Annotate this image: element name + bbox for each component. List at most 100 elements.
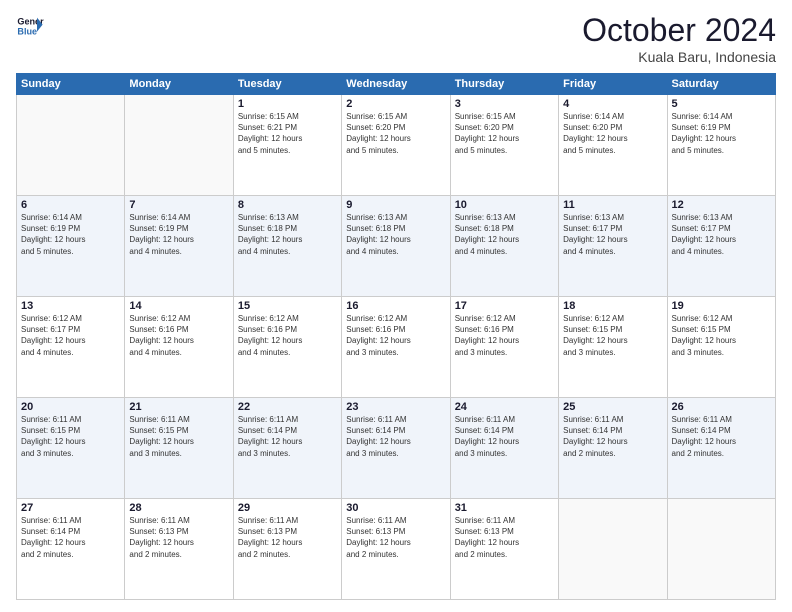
day-info: Sunrise: 6:12 AM Sunset: 6:16 PM Dayligh…: [455, 313, 554, 358]
day-info: Sunrise: 6:14 AM Sunset: 6:20 PM Dayligh…: [563, 111, 662, 156]
day-number: 17: [455, 300, 554, 312]
day-info: Sunrise: 6:13 AM Sunset: 6:18 PM Dayligh…: [238, 212, 337, 257]
day-info: Sunrise: 6:14 AM Sunset: 6:19 PM Dayligh…: [672, 111, 771, 156]
day-info: Sunrise: 6:13 AM Sunset: 6:17 PM Dayligh…: [672, 212, 771, 257]
month-title: October 2024: [582, 12, 776, 49]
header: General Blue October 2024 Kuala Baru, In…: [16, 12, 776, 65]
table-row: [17, 95, 125, 196]
table-row: 18Sunrise: 6:12 AM Sunset: 6:15 PM Dayli…: [559, 297, 667, 398]
table-row: 3Sunrise: 6:15 AM Sunset: 6:20 PM Daylig…: [450, 95, 558, 196]
table-row: 10Sunrise: 6:13 AM Sunset: 6:18 PM Dayli…: [450, 196, 558, 297]
calendar-week-3: 20Sunrise: 6:11 AM Sunset: 6:15 PM Dayli…: [17, 398, 776, 499]
table-row: 15Sunrise: 6:12 AM Sunset: 6:16 PM Dayli…: [233, 297, 341, 398]
day-info: Sunrise: 6:12 AM Sunset: 6:15 PM Dayligh…: [563, 313, 662, 358]
day-info: Sunrise: 6:13 AM Sunset: 6:17 PM Dayligh…: [563, 212, 662, 257]
day-info: Sunrise: 6:15 AM Sunset: 6:20 PM Dayligh…: [455, 111, 554, 156]
calendar-week-2: 13Sunrise: 6:12 AM Sunset: 6:17 PM Dayli…: [17, 297, 776, 398]
day-number: 12: [672, 199, 771, 211]
table-row: 22Sunrise: 6:11 AM Sunset: 6:14 PM Dayli…: [233, 398, 341, 499]
day-info: Sunrise: 6:14 AM Sunset: 6:19 PM Dayligh…: [21, 212, 120, 257]
table-row: 29Sunrise: 6:11 AM Sunset: 6:13 PM Dayli…: [233, 499, 341, 600]
day-number: 11: [563, 199, 662, 211]
table-row: 16Sunrise: 6:12 AM Sunset: 6:16 PM Dayli…: [342, 297, 450, 398]
day-info: Sunrise: 6:11 AM Sunset: 6:13 PM Dayligh…: [129, 515, 228, 560]
table-row: 2Sunrise: 6:15 AM Sunset: 6:20 PM Daylig…: [342, 95, 450, 196]
day-number: 3: [455, 98, 554, 110]
day-number: 21: [129, 401, 228, 413]
calendar-week-0: 1Sunrise: 6:15 AM Sunset: 6:21 PM Daylig…: [17, 95, 776, 196]
table-row: 31Sunrise: 6:11 AM Sunset: 6:13 PM Dayli…: [450, 499, 558, 600]
table-row: 7Sunrise: 6:14 AM Sunset: 6:19 PM Daylig…: [125, 196, 233, 297]
table-row: 28Sunrise: 6:11 AM Sunset: 6:13 PM Dayli…: [125, 499, 233, 600]
day-info: Sunrise: 6:12 AM Sunset: 6:17 PM Dayligh…: [21, 313, 120, 358]
header-thursday: Thursday: [450, 74, 558, 95]
day-info: Sunrise: 6:11 AM Sunset: 6:14 PM Dayligh…: [455, 414, 554, 459]
table-row: 21Sunrise: 6:11 AM Sunset: 6:15 PM Dayli…: [125, 398, 233, 499]
day-info: Sunrise: 6:15 AM Sunset: 6:20 PM Dayligh…: [346, 111, 445, 156]
table-row: [667, 499, 775, 600]
day-number: 24: [455, 401, 554, 413]
header-tuesday: Tuesday: [233, 74, 341, 95]
table-row: 14Sunrise: 6:12 AM Sunset: 6:16 PM Dayli…: [125, 297, 233, 398]
header-monday: Monday: [125, 74, 233, 95]
day-number: 8: [238, 199, 337, 211]
page: General Blue October 2024 Kuala Baru, In…: [0, 0, 792, 612]
day-number: 10: [455, 199, 554, 211]
table-row: 13Sunrise: 6:12 AM Sunset: 6:17 PM Dayli…: [17, 297, 125, 398]
day-number: 27: [21, 502, 120, 514]
day-number: 9: [346, 199, 445, 211]
day-info: Sunrise: 6:11 AM Sunset: 6:14 PM Dayligh…: [563, 414, 662, 459]
day-number: 2: [346, 98, 445, 110]
day-info: Sunrise: 6:13 AM Sunset: 6:18 PM Dayligh…: [346, 212, 445, 257]
day-info: Sunrise: 6:12 AM Sunset: 6:16 PM Dayligh…: [129, 313, 228, 358]
day-number: 30: [346, 502, 445, 514]
table-row: 11Sunrise: 6:13 AM Sunset: 6:17 PM Dayli…: [559, 196, 667, 297]
day-number: 4: [563, 98, 662, 110]
table-row: 30Sunrise: 6:11 AM Sunset: 6:13 PM Dayli…: [342, 499, 450, 600]
svg-text:Blue: Blue: [17, 26, 37, 36]
calendar: Sunday Monday Tuesday Wednesday Thursday…: [16, 73, 776, 600]
day-number: 29: [238, 502, 337, 514]
day-info: Sunrise: 6:11 AM Sunset: 6:13 PM Dayligh…: [346, 515, 445, 560]
day-number: 13: [21, 300, 120, 312]
table-row: [559, 499, 667, 600]
day-info: Sunrise: 6:14 AM Sunset: 6:19 PM Dayligh…: [129, 212, 228, 257]
day-number: 20: [21, 401, 120, 413]
table-row: 26Sunrise: 6:11 AM Sunset: 6:14 PM Dayli…: [667, 398, 775, 499]
header-wednesday: Wednesday: [342, 74, 450, 95]
header-friday: Friday: [559, 74, 667, 95]
day-info: Sunrise: 6:11 AM Sunset: 6:14 PM Dayligh…: [21, 515, 120, 560]
day-number: 31: [455, 502, 554, 514]
logo-icon: General Blue: [16, 12, 44, 40]
table-row: 4Sunrise: 6:14 AM Sunset: 6:20 PM Daylig…: [559, 95, 667, 196]
day-number: 16: [346, 300, 445, 312]
table-row: [125, 95, 233, 196]
day-info: Sunrise: 6:12 AM Sunset: 6:16 PM Dayligh…: [346, 313, 445, 358]
table-row: 25Sunrise: 6:11 AM Sunset: 6:14 PM Dayli…: [559, 398, 667, 499]
day-info: Sunrise: 6:11 AM Sunset: 6:14 PM Dayligh…: [672, 414, 771, 459]
day-info: Sunrise: 6:11 AM Sunset: 6:14 PM Dayligh…: [238, 414, 337, 459]
day-info: Sunrise: 6:11 AM Sunset: 6:14 PM Dayligh…: [346, 414, 445, 459]
logo: General Blue: [16, 12, 44, 40]
calendar-header-row: Sunday Monday Tuesday Wednesday Thursday…: [17, 74, 776, 95]
day-info: Sunrise: 6:15 AM Sunset: 6:21 PM Dayligh…: [238, 111, 337, 156]
header-sunday: Sunday: [17, 74, 125, 95]
day-number: 1: [238, 98, 337, 110]
title-section: October 2024 Kuala Baru, Indonesia: [582, 12, 776, 65]
day-info: Sunrise: 6:11 AM Sunset: 6:15 PM Dayligh…: [21, 414, 120, 459]
day-info: Sunrise: 6:11 AM Sunset: 6:15 PM Dayligh…: [129, 414, 228, 459]
table-row: 1Sunrise: 6:15 AM Sunset: 6:21 PM Daylig…: [233, 95, 341, 196]
table-row: 9Sunrise: 6:13 AM Sunset: 6:18 PM Daylig…: [342, 196, 450, 297]
calendar-week-1: 6Sunrise: 6:14 AM Sunset: 6:19 PM Daylig…: [17, 196, 776, 297]
day-number: 18: [563, 300, 662, 312]
day-info: Sunrise: 6:11 AM Sunset: 6:13 PM Dayligh…: [455, 515, 554, 560]
table-row: 6Sunrise: 6:14 AM Sunset: 6:19 PM Daylig…: [17, 196, 125, 297]
table-row: 19Sunrise: 6:12 AM Sunset: 6:15 PM Dayli…: [667, 297, 775, 398]
day-number: 5: [672, 98, 771, 110]
table-row: 27Sunrise: 6:11 AM Sunset: 6:14 PM Dayli…: [17, 499, 125, 600]
table-row: 24Sunrise: 6:11 AM Sunset: 6:14 PM Dayli…: [450, 398, 558, 499]
day-info: Sunrise: 6:11 AM Sunset: 6:13 PM Dayligh…: [238, 515, 337, 560]
table-row: 17Sunrise: 6:12 AM Sunset: 6:16 PM Dayli…: [450, 297, 558, 398]
day-info: Sunrise: 6:13 AM Sunset: 6:18 PM Dayligh…: [455, 212, 554, 257]
table-row: 5Sunrise: 6:14 AM Sunset: 6:19 PM Daylig…: [667, 95, 775, 196]
